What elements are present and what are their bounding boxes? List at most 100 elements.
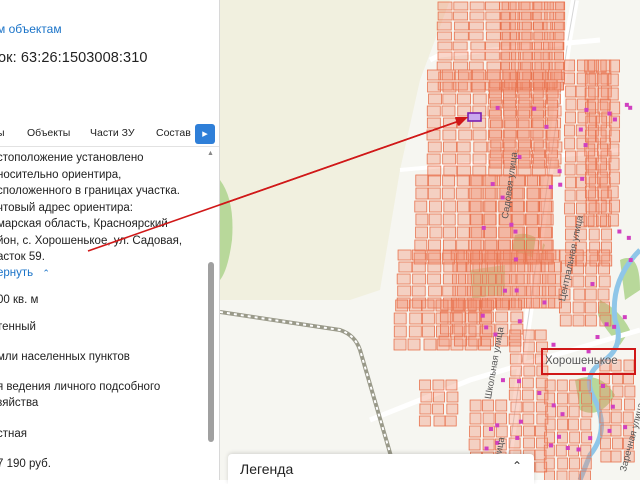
building-marker bbox=[601, 383, 606, 388]
land-parcel bbox=[432, 379, 445, 391]
tab-objects[interactable]: Объекты bbox=[27, 127, 70, 139]
land-parcel bbox=[495, 399, 508, 412]
land-parcel bbox=[437, 11, 453, 21]
land-parcel bbox=[544, 392, 556, 405]
building-marker bbox=[551, 403, 556, 408]
land-parcel bbox=[418, 415, 431, 427]
land-parcel bbox=[564, 137, 576, 150]
land-parcel bbox=[509, 1, 520, 11]
land-parcel bbox=[543, 457, 555, 470]
description-line: носительно ориентира, bbox=[0, 169, 122, 181]
land-parcel bbox=[511, 261, 526, 273]
land-parcel bbox=[517, 109, 531, 119]
land-parcel bbox=[539, 200, 553, 213]
land-parcel bbox=[496, 273, 511, 285]
land-parcel bbox=[541, 261, 555, 273]
land-parcel bbox=[509, 329, 522, 341]
tab-parcel-parts[interactable]: Части ЗУ bbox=[90, 127, 135, 139]
land-parcel bbox=[469, 174, 483, 187]
land-parcel bbox=[568, 405, 580, 418]
building-marker bbox=[565, 445, 570, 450]
scroll-up-arrow[interactable]: ▲ bbox=[207, 150, 214, 157]
land-parcel bbox=[511, 239, 525, 252]
land-parcel bbox=[427, 141, 442, 153]
land-parcel bbox=[469, 226, 483, 239]
land-parcel bbox=[521, 31, 532, 41]
tabs-next-button[interactable]: ▸ bbox=[195, 124, 215, 144]
land-parcel bbox=[542, 51, 553, 61]
land-parcel bbox=[557, 392, 568, 405]
land-parcel bbox=[455, 187, 469, 200]
tab-info[interactable]: ы bbox=[0, 127, 5, 139]
land-parcel bbox=[429, 226, 443, 239]
building-marker bbox=[557, 434, 562, 439]
back-to-objects-link[interactable]: м объектам bbox=[0, 22, 62, 36]
land-parcel bbox=[414, 200, 428, 213]
land-parcel bbox=[452, 261, 467, 273]
building-marker bbox=[583, 143, 588, 148]
land-parcel bbox=[557, 418, 568, 431]
chevron-updown-icon[interactable]: ⌃ bbox=[512, 459, 522, 473]
tab-composition[interactable]: Состав bbox=[156, 127, 191, 139]
land-parcel bbox=[510, 51, 521, 61]
land-parcel bbox=[486, 69, 501, 81]
land-parcel bbox=[423, 338, 437, 351]
land-parcel bbox=[427, 187, 441, 200]
land-parcel bbox=[510, 31, 520, 41]
land-parcel bbox=[500, 11, 510, 21]
land-parcel bbox=[393, 325, 407, 338]
land-parcel bbox=[452, 41, 468, 51]
land-parcel bbox=[432, 403, 444, 415]
land-parcel bbox=[428, 239, 441, 252]
land-parcel bbox=[585, 115, 597, 129]
land-parcel bbox=[510, 425, 523, 437]
land-parcel bbox=[524, 213, 538, 226]
permitted-use-line: я ведения личного подсобного bbox=[0, 381, 161, 393]
land-parcel bbox=[531, 109, 544, 119]
land-parcel bbox=[607, 87, 619, 101]
building-marker bbox=[626, 235, 631, 240]
tab-bar: ы Объекты Части ЗУ Состав ▸ bbox=[0, 120, 219, 147]
map-view[interactable]: Садовая улица Центральная улица Школьная… bbox=[220, 0, 640, 480]
land-parcel bbox=[596, 73, 608, 87]
land-parcel bbox=[456, 239, 470, 252]
land-parcel bbox=[526, 285, 540, 297]
land-parcel bbox=[500, 51, 511, 61]
land-parcel bbox=[544, 11, 555, 21]
land-parcel bbox=[468, 187, 482, 200]
land-parcel bbox=[504, 79, 518, 89]
land-parcel bbox=[597, 185, 609, 199]
land-parcel bbox=[546, 129, 559, 139]
land-parcel bbox=[471, 81, 486, 93]
land-parcel bbox=[565, 98, 577, 111]
land-parcel bbox=[521, 377, 534, 389]
land-parcel bbox=[500, 61, 510, 71]
land-parcel bbox=[609, 59, 620, 73]
land-parcel bbox=[510, 21, 521, 31]
land-parcel bbox=[441, 187, 455, 200]
building-marker bbox=[558, 182, 563, 187]
land-parcel bbox=[442, 129, 457, 141]
land-parcel bbox=[516, 129, 530, 139]
land-parcel bbox=[422, 325, 435, 338]
land-parcel bbox=[598, 262, 610, 275]
land-parcel bbox=[437, 31, 452, 41]
description-line: сположенного в границах участка. bbox=[0, 185, 180, 197]
legend-title: Легенда bbox=[240, 461, 294, 477]
land-parcel bbox=[393, 338, 407, 351]
land-parcel bbox=[446, 391, 459, 403]
land-parcel bbox=[568, 470, 580, 480]
land-parcel bbox=[415, 174, 429, 187]
description-line: стоположение установлено bbox=[0, 152, 144, 164]
scrollbar-thumb[interactable] bbox=[208, 262, 214, 442]
building-marker bbox=[500, 378, 505, 383]
land-parcel bbox=[484, 51, 500, 61]
collapse-link[interactable]: ернуть ⌃ bbox=[0, 265, 50, 282]
land-parcel bbox=[469, 412, 482, 425]
land-parcel bbox=[456, 165, 471, 177]
building-marker bbox=[518, 419, 523, 424]
land-parcel bbox=[436, 21, 452, 31]
land-parcel bbox=[532, 79, 546, 89]
collapse-link-label[interactable]: ернуть bbox=[0, 267, 33, 279]
land-parcel bbox=[539, 226, 552, 239]
